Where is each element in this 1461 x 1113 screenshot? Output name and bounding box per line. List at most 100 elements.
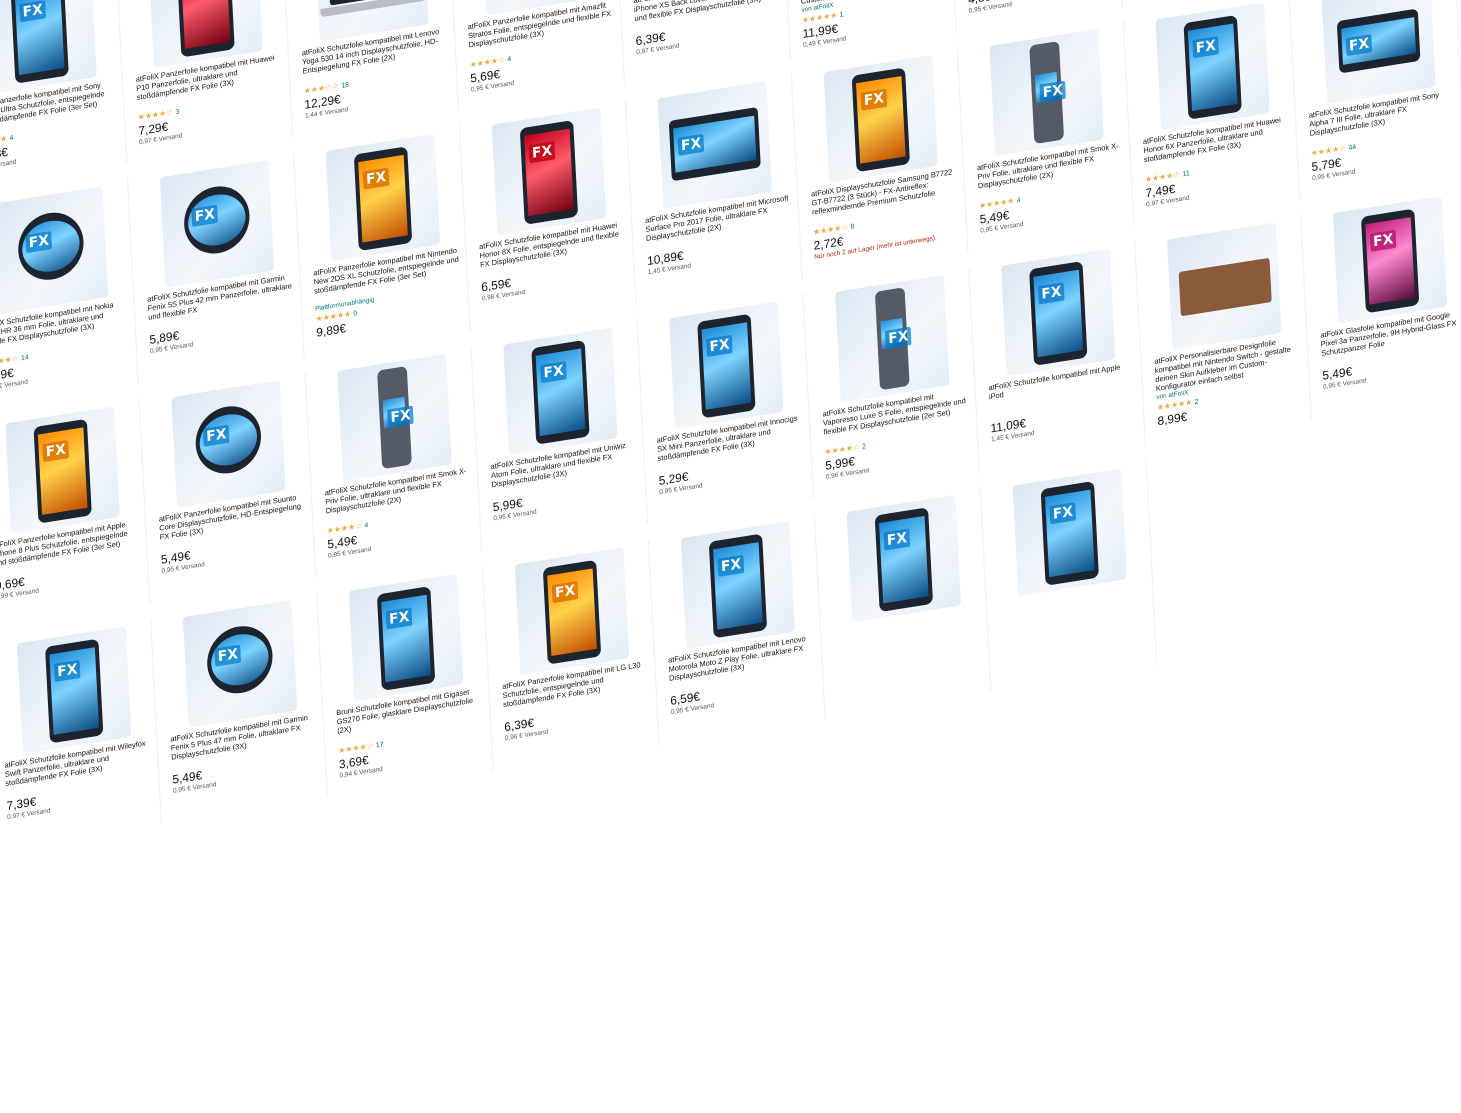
- product-card[interactable]: FX Bruni Schutzfolie kompatibel mit Gigas…: [323, 565, 494, 797]
- device-shape: FX: [1029, 41, 1067, 145]
- product-card[interactable]: FX atFoliX Schutzfolie kompatibel mit Nok…: [0, 178, 139, 410]
- product-card[interactable]: FX atFoliX Schutzfolie kompatibel mit Gar…: [134, 152, 305, 384]
- product-card[interactable]: FX atFoliX Panzerfolie kompatibel mit LG …: [489, 539, 660, 771]
- device-screen: FX: [1034, 71, 1067, 104]
- device-shape: FX: [668, 106, 761, 182]
- product-card[interactable]: FX atFoliX Schutzfolie kompatibel mit Mic…: [632, 73, 803, 305]
- review-count-link[interactable]: 4: [507, 56, 511, 64]
- product-card[interactable]: FXatFoliX Panzerfolie kompatibel mit Son…: [0, 0, 128, 190]
- device-shape: FX: [376, 586, 436, 691]
- product-card[interactable]: FXatFoliX Schutzfolie kompatibel mit Len…: [655, 513, 826, 745]
- product-image[interactable]: FX: [171, 380, 286, 508]
- product-image[interactable]: FX: [1321, 0, 1436, 104]
- product-card[interactable]: FX atFoliX Panzerfolie kompatibel mit Suu…: [146, 371, 317, 603]
- product-image[interactable]: FX: [503, 327, 618, 456]
- product-card[interactable]: FX atFoliX Glasfolie kompatibel mit Googl…: [1307, 187, 1461, 420]
- review-count-link[interactable]: 1: [839, 11, 843, 19]
- product-image[interactable]: FX: [1155, 2, 1270, 131]
- fx-logo-icon: FX: [42, 439, 70, 463]
- device-shape: FX: [10, 0, 69, 84]
- device-shape: FX: [519, 119, 579, 225]
- fx-logo-icon: FX: [883, 528, 911, 551]
- product-image[interactable]: FX: [989, 28, 1104, 157]
- review-count-link[interactable]: 2: [1194, 399, 1198, 407]
- device-screen: FX: [880, 317, 912, 350]
- product-card[interactable]: FX atFoliX Schutzfolie kompatibel mit Inn…: [644, 293, 815, 525]
- product-card[interactable]: FX atFoliX Schutzfolie kompatibel mit Vap…: [810, 266, 980, 498]
- device-shape: FX: [176, 0, 235, 58]
- review-count-link[interactable]: 44: [1348, 144, 1356, 152]
- device-screen: FX: [14, 0, 65, 76]
- review-count-link[interactable]: 11: [1182, 170, 1190, 178]
- review-count-link[interactable]: 3: [175, 108, 179, 116]
- product-image[interactable]: FX: [0, 186, 109, 315]
- product-card[interactable]: FXatFoliX Personalisierbare Designfolie …: [1142, 214, 1312, 446]
- product-card[interactable]: FX: [821, 486, 992, 718]
- review-count-link[interactable]: 8: [851, 223, 855, 231]
- device-shape: FX: [182, 181, 252, 259]
- product-card[interactable]: FX atFoliX Schutzfolie kompatibel mit Smo…: [312, 345, 483, 577]
- fx-logo-icon: FX: [1037, 282, 1065, 305]
- fx-logo-icon: FX: [25, 230, 53, 254]
- review-count-link[interactable]: 17: [376, 741, 384, 749]
- device-shape: FX: [1040, 480, 1099, 586]
- product-card[interactable]: FX atFoliX Schutzfolie kompatibel mit Gar…: [157, 591, 328, 823]
- product-image[interactable]: FX: [16, 626, 132, 754]
- product-card[interactable]: FX atFoliX Schutzfolie kompatibel mit App…: [976, 240, 1146, 472]
- product-image[interactable]: FX: [669, 301, 784, 429]
- product-card[interactable]: FX atFoliX Schutzfolie kompatibel mit Hua…: [1130, 0, 1301, 226]
- product-image[interactable]: FX: [823, 55, 938, 183]
- device-screen: FX: [547, 568, 597, 656]
- product-card[interactable]: FXatFoliX Panzerfolie kompatibel mit App…: [621, 0, 791, 85]
- product-image[interactable]: FX: [0, 0, 97, 95]
- fx-logo-icon: FX: [385, 607, 413, 630]
- review-count-link[interactable]: 14: [21, 354, 29, 362]
- product-image[interactable]: FX: [337, 353, 452, 482]
- product-image[interactable]: FX: [846, 494, 962, 623]
- product-image[interactable]: FX: [680, 521, 796, 649]
- product-image[interactable]: FX: [325, 133, 441, 262]
- product-image[interactable]: FX: [1012, 468, 1127, 597]
- review-count-link[interactable]: 2: [862, 443, 866, 451]
- device-screen: FX: [209, 630, 270, 690]
- product-image[interactable]: FX: [491, 107, 607, 236]
- fx-logo-icon: FX: [1369, 229, 1397, 252]
- product-card[interactable]: FXatFoliX Personalisierbare Designfolie …: [787, 0, 957, 59]
- product-image[interactable]: FX: [657, 81, 773, 209]
- review-count-link[interactable]: 4: [364, 522, 368, 530]
- device-screen: FX: [382, 396, 415, 429]
- product-image[interactable]: FX: [835, 274, 950, 403]
- product-image[interactable]: FX: [1166, 222, 1282, 351]
- product-card[interactable]: FXatFoliX Panzerfolie kompatibel mit Ama…: [455, 0, 626, 111]
- product-image[interactable]: FX: [514, 547, 630, 676]
- review-count-link[interactable]: 18: [341, 82, 349, 90]
- fx-logo-icon: FX: [191, 204, 219, 227]
- fx-logo-icon: FX: [53, 659, 81, 682]
- product-card[interactable]: FX atFoliX Schutzfolie kompatibel mit Wil…: [0, 618, 162, 850]
- product-card[interactable]: FX atFoliX Displayschutzfolie Samsung B77…: [798, 46, 969, 278]
- product-image[interactable]: FX: [1000, 248, 1116, 377]
- device-screen: FX: [186, 190, 247, 250]
- product-card[interactable]: FXatFoliX Panzerfolie kompatibel mit Hua…: [123, 0, 294, 164]
- product-card[interactable]: FX atFoliX Panzerfolie kompatibel mit Nin…: [300, 125, 471, 357]
- product-card[interactable]: FX atFoliX Schutzfolie kompatibel mit Son…: [1296, 0, 1461, 200]
- product-card[interactable]: FX atFoliX Schutzfolie kompatibel mit Uni…: [478, 319, 649, 551]
- product-card[interactable]: FX atFoliX Schutzfolie kompatibel mit Smo…: [964, 20, 1135, 252]
- product-card[interactable]: FX: [987, 460, 1158, 692]
- product-card[interactable]: FXatFoliX Schutzfolie kompatibel mit Len…: [289, 0, 460, 137]
- review-count-link[interactable]: 9: [353, 310, 357, 318]
- review-count-link[interactable]: 4: [1016, 197, 1020, 205]
- product-image[interactable]: FX: [182, 599, 298, 728]
- product-image[interactable]: FX: [159, 160, 275, 288]
- fx-logo-icon: FX: [884, 326, 912, 349]
- device-shape: FX: [1178, 257, 1272, 317]
- product-image[interactable]: FX: [348, 573, 464, 702]
- review-count-link[interactable]: 4: [9, 135, 13, 143]
- product-card[interactable]: FX atFoliX Schutzfolie kompatibel mit Hua…: [466, 99, 637, 331]
- product-image[interactable]: FX: [1332, 196, 1448, 324]
- product-image[interactable]: FX: [5, 406, 120, 534]
- product-card[interactable]: FXatFoliX Panzerfolie kompatibel mit App…: [0, 398, 151, 630]
- device-shape: FX: [851, 67, 911, 173]
- device-screen: FX: [1365, 217, 1415, 305]
- device-screen: FX: [20, 216, 81, 276]
